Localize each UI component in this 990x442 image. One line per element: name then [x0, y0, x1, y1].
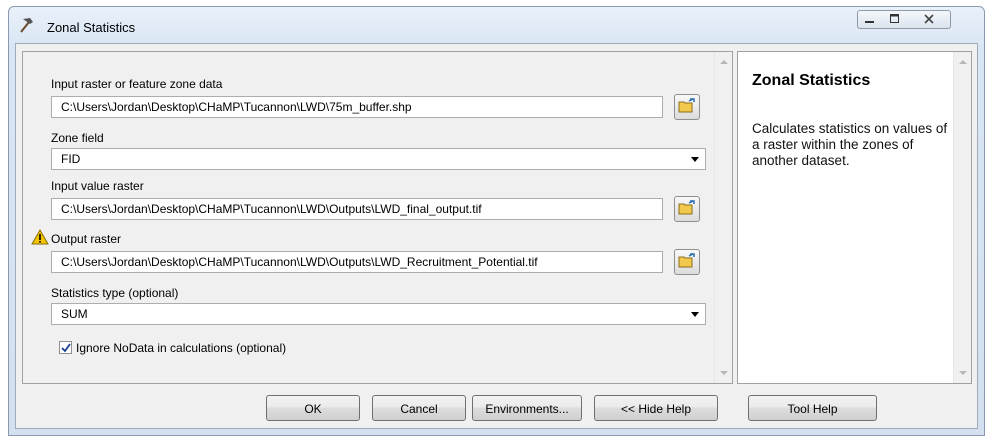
zone-field-select[interactable]: FID: [51, 148, 706, 170]
warning-icon: [31, 228, 49, 245]
param-label-statistics-type: Statistics type (optional): [51, 286, 179, 300]
close-button[interactable]: [907, 10, 951, 29]
chevron-down-icon: [691, 312, 699, 317]
maximize-icon: [889, 13, 900, 27]
hide-help-button[interactable]: << Hide Help: [594, 395, 718, 421]
dialog-window: Zonal Statistics Input raster or feature…: [8, 6, 985, 436]
help-title: Zonal Statistics: [752, 72, 871, 89]
ignore-nodata-label: Ignore NoData in calculations (optional): [76, 341, 287, 355]
title-bar[interactable]: Zonal Statistics: [9, 7, 984, 43]
close-icon: [923, 13, 934, 27]
minimize-icon: [865, 13, 875, 27]
hammer-icon: [17, 16, 35, 34]
help-scrollbar[interactable]: [953, 52, 971, 383]
environments-button[interactable]: Environments...: [472, 395, 582, 421]
ignore-nodata-checkbox[interactable]: [59, 341, 72, 354]
param-label-output-raster: Output raster: [51, 232, 122, 246]
help-description: Calculates statistics on values of a ras…: [752, 121, 948, 168]
statistics-type-value: SUM: [61, 307, 88, 321]
browse-output-raster-button[interactable]: [674, 249, 700, 275]
help-panel: Zonal Statistics Calculates statistics o…: [737, 51, 972, 384]
browse-input-zone-button[interactable]: [674, 94, 700, 120]
browse-input-value-raster-button[interactable]: [674, 196, 700, 222]
chevron-down-icon: [691, 157, 699, 162]
input-value-raster-field[interactable]: C:\Users\Jordan\Desktop\CHaMP\Tucannon\L…: [51, 198, 663, 220]
cancel-button[interactable]: Cancel: [372, 395, 466, 421]
dialog-client-area: Input raster or feature zone data C:\Use…: [15, 43, 978, 429]
window-title: Zonal Statistics: [47, 20, 136, 35]
minimize-button[interactable]: [857, 10, 883, 29]
statistics-type-select[interactable]: SUM: [51, 303, 706, 325]
parameters-panel: Input raster or feature zone data C:\Use…: [22, 51, 733, 384]
checkmark-icon: [60, 342, 71, 352]
output-raster-field[interactable]: C:\Users\Jordan\Desktop\CHaMP\Tucannon\L…: [51, 251, 663, 273]
tool-help-button[interactable]: Tool Help: [748, 395, 877, 421]
scroll-up-icon[interactable]: [720, 60, 728, 64]
folder-browse-icon: [678, 97, 696, 117]
scroll-up-icon[interactable]: [959, 60, 967, 64]
param-label-zone-field: Zone field: [51, 131, 104, 145]
folder-browse-icon: [678, 199, 696, 219]
zone-field-value: FID: [61, 152, 81, 166]
parameters-scrollbar[interactable]: [714, 52, 732, 383]
param-label-input-zone: Input raster or feature zone data: [51, 77, 223, 91]
input-zone-field[interactable]: C:\Users\Jordan\Desktop\CHaMP\Tucannon\L…: [51, 96, 663, 118]
scroll-down-icon[interactable]: [720, 371, 728, 375]
param-label-input-value-raster: Input value raster: [51, 179, 144, 193]
ok-button[interactable]: OK: [266, 395, 360, 421]
scroll-down-icon[interactable]: [959, 371, 967, 375]
maximize-button[interactable]: [882, 10, 908, 29]
folder-browse-icon: [678, 252, 696, 272]
